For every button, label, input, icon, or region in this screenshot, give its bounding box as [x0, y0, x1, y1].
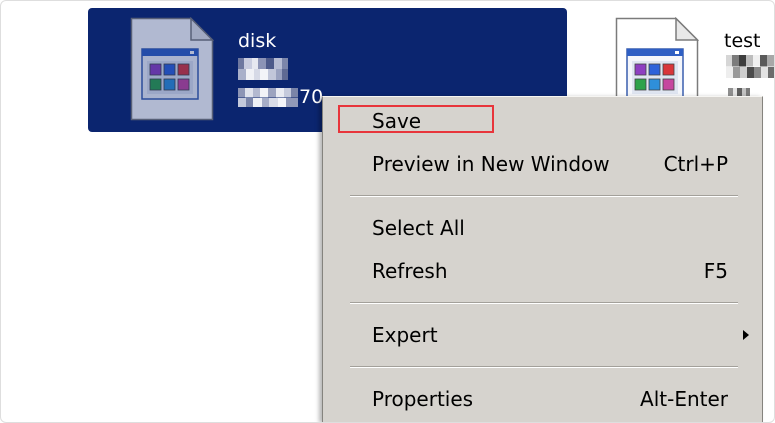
file-size: 70	[299, 86, 324, 108]
menu-item-shortcut: Ctrl+P	[663, 151, 728, 176]
menu-item-label: Expert	[372, 322, 438, 347]
menu-item-save[interactable]: Save	[323, 99, 762, 142]
menu-item-select-all[interactable]: Select All	[323, 206, 762, 249]
context-menu: Save Preview in New Window Ctrl+P Select…	[322, 96, 763, 422]
redacted-text	[238, 88, 298, 107]
submenu-arrow-icon	[743, 329, 749, 340]
redacted-text	[726, 55, 774, 78]
menu-item-preview-in-new-window[interactable]: Preview in New Window Ctrl+P	[323, 142, 762, 185]
file-name: disk	[238, 30, 277, 52]
menu-item-label: Select All	[372, 215, 465, 240]
menu-item-label: Preview in New Window	[372, 151, 610, 176]
menu-item-expert[interactable]: Expert	[323, 313, 762, 356]
menu-item-label: Refresh	[372, 258, 448, 283]
separator-line	[350, 365, 738, 368]
menu-item-shortcut: Alt-Enter	[640, 386, 728, 411]
separator-line	[350, 301, 738, 304]
separator-line	[350, 194, 738, 197]
highlight-box	[338, 105, 494, 133]
menu-separator	[323, 292, 762, 313]
menu-item-shortcut: F5	[703, 258, 728, 283]
document-icon[interactable]	[130, 17, 214, 121]
redacted-text	[238, 58, 288, 80]
menu-separator	[323, 185, 762, 206]
document-icon-graphic	[130, 17, 214, 121]
menu-item-properties[interactable]: Properties Alt-Enter	[323, 377, 762, 420]
menu-item-label: Properties	[372, 386, 474, 411]
menu-item-refresh[interactable]: Refresh F5	[323, 249, 762, 292]
redacted-text	[728, 88, 750, 96]
explorer-view: disk 70 test Save Preview in New Window …	[0, 0, 775, 423]
file-name: test	[724, 30, 761, 52]
menu-separator	[323, 356, 762, 377]
